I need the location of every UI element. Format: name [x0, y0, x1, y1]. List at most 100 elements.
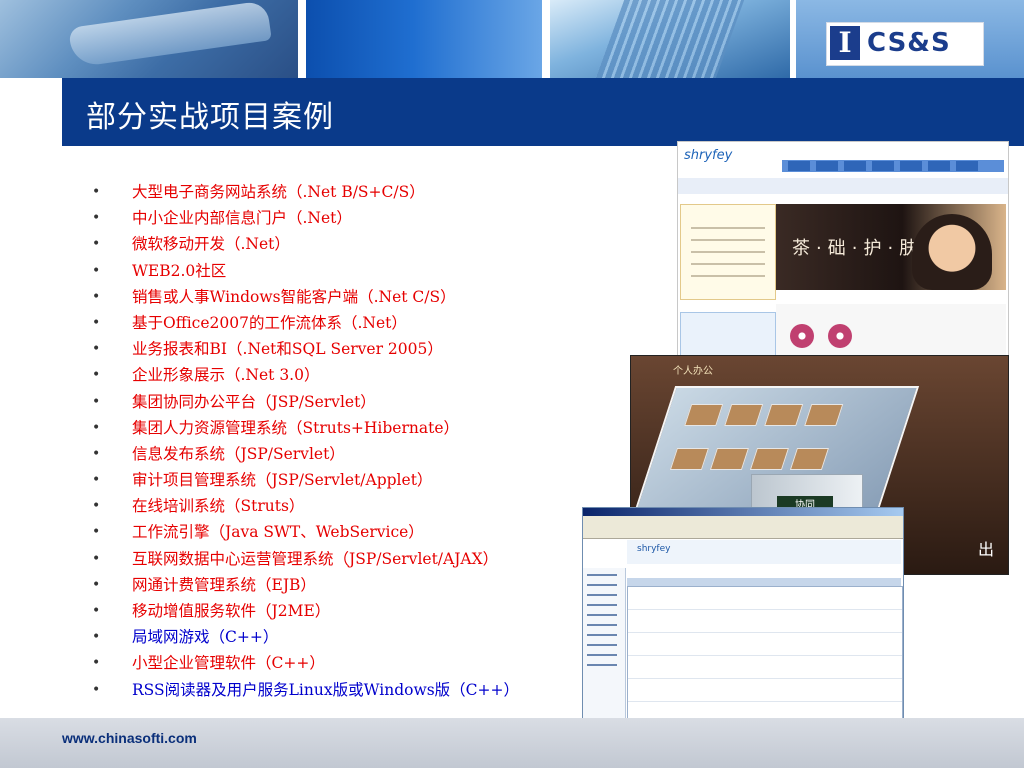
office-tag: 个人办公 — [673, 366, 713, 377]
bullet-icon: • — [92, 629, 101, 646]
bullet-icon: • — [92, 524, 101, 541]
shop-nav-tab — [900, 161, 922, 171]
room-block — [724, 404, 764, 426]
news-line — [691, 263, 765, 265]
shop-nav-tab — [956, 161, 978, 171]
list-item: • RSS阅读器及用户服务Linux版或Windows版（C++） — [92, 679, 519, 705]
admin-banner: shryfey — [627, 540, 901, 564]
shop-search-bar — [678, 178, 1008, 194]
bullet-icon: • — [92, 576, 101, 593]
tree-item — [587, 624, 617, 626]
bullet-icon: • — [92, 550, 101, 567]
bullet-icon: • — [92, 498, 101, 515]
tree-item — [587, 614, 617, 616]
bullet-icon: • — [92, 472, 101, 489]
bullet-icon: • — [92, 681, 101, 698]
room-block — [764, 404, 804, 426]
shop-nav-tab — [844, 161, 866, 171]
bullet-icon: • — [92, 236, 101, 253]
title-bar: 部分实战项目案例 — [62, 78, 1024, 146]
news-line — [691, 227, 765, 229]
list-item-text: 销售或人事Windows智能客户端（.Net C/S） — [132, 287, 456, 306]
list-item-text: WEB2.0社区 — [132, 261, 227, 280]
room-block — [749, 448, 789, 470]
news-line — [691, 275, 765, 277]
admin-brand: shryfey — [637, 544, 671, 554]
logo-text: CS&S — [867, 28, 951, 58]
footer: www.chinasofti.com — [0, 718, 1024, 768]
product-image — [790, 324, 814, 348]
shop-nav-tab — [872, 161, 894, 171]
project-list: • 大型电子商务网站系统（.Net B/S+C/S） • 中小企业内部信息门户（.N… — [92, 181, 519, 705]
list-item-text: 集团协同办公平台（JSP/Servlet） — [132, 392, 376, 411]
footer-url[interactable]: www.chinasofti.com — [62, 730, 197, 746]
bullet-icon: • — [92, 184, 101, 200]
building-shape — [595, 0, 745, 78]
window-titlebar — [583, 508, 903, 516]
news-line — [691, 239, 765, 241]
list-item-text: 集团人力资源管理系统（Struts+Hibernate） — [132, 418, 460, 437]
list-item: • 小型企业管理软件（C++） — [92, 652, 519, 678]
list-item: • 大型电子商务网站系统（.Net B/S+C/S） — [92, 181, 519, 207]
shop-brand: shryfey — [684, 148, 733, 163]
shop-nav-tab — [816, 161, 838, 171]
list-item-text: 在线培训系统（Struts） — [132, 497, 305, 516]
product-admin-screenshot: shryfey — [582, 507, 904, 749]
list-item: • 集团人力资源管理系统（Struts+Hibernate） — [92, 417, 519, 443]
list-item-text: 互联网数据中心运营管理系统（JSP/Servlet/AJAX） — [132, 549, 499, 568]
list-item: • 局域网游戏（C++） — [92, 626, 519, 652]
list-item: • 基于Office2007的工作流体系（.Net） — [92, 312, 519, 338]
tree-item — [587, 634, 617, 636]
product-image — [828, 324, 852, 348]
shop-nav-tab — [788, 161, 810, 171]
model-image — [912, 214, 992, 290]
room-block — [669, 448, 709, 470]
news-line — [691, 251, 765, 253]
tree-item — [587, 654, 617, 656]
ad-text: 茶·础·护·肤 — [792, 238, 924, 259]
list-item: • 微软移动开发（.Net） — [92, 233, 519, 259]
list-item-text: 小型企业管理软件（C++） — [132, 654, 325, 673]
page-title: 部分实战项目案例 — [86, 100, 334, 135]
list-item: • 在线培训系统（Struts） — [92, 495, 519, 521]
tree-item — [587, 574, 617, 576]
bullet-icon: • — [92, 445, 101, 462]
list-item-text: 大型电子商务网站系统（.Net B/S+C/S） — [132, 183, 425, 201]
list-item: • 移动增值服务软件（J2ME） — [92, 600, 519, 626]
list-item-text: 微软移动开发（.Net） — [132, 235, 290, 254]
list-item: • 审计项目管理系统（JSP/Servlet/Applet） — [92, 469, 519, 495]
ecommerce-screenshot: shryfey 茶·础·护·肤 — [677, 141, 1009, 371]
list-item: • 企业形象展示（.Net 3.0） — [92, 364, 519, 390]
list-item-text: 企业形象展示（.Net 3.0） — [132, 366, 320, 385]
list-item-text: RSS阅读器及用户服务Linux版或Windows版（C++） — [132, 680, 520, 699]
bullet-icon: • — [92, 314, 101, 331]
bullet-icon: • — [92, 393, 101, 410]
tree-item — [587, 604, 617, 606]
list-item: • 业务报表和BI（.Net和SQL Server 2005） — [92, 338, 519, 364]
shop-news-box — [680, 204, 776, 300]
banner-photo-blue — [306, 0, 542, 78]
bullet-icon: • — [92, 288, 101, 305]
logo-mark: I — [830, 26, 860, 60]
list-item: • 互联网数据中心运营管理系统（JSP/Servlet/AJAX） — [92, 548, 519, 574]
list-item: • WEB2.0社区 — [92, 260, 519, 286]
list-item: • 工作流引擎（Java SWT、WebService） — [92, 521, 519, 547]
bullet-icon: • — [92, 603, 101, 619]
list-item-text: 移动增值服务软件（J2ME） — [132, 602, 331, 620]
bullet-icon: • — [92, 655, 101, 672]
exit-label: 出 — [977, 540, 994, 559]
list-item-text: 基于Office2007的工作流体系（.Net） — [132, 313, 407, 332]
shop-nav-tab — [928, 161, 950, 171]
room-block — [709, 448, 749, 470]
room-block — [804, 404, 844, 426]
banner-photo-building — [550, 0, 790, 78]
banner-photo-hand — [0, 0, 298, 78]
list-item-text: 审计项目管理系统（JSP/Servlet/Applet） — [132, 471, 433, 490]
bullet-icon: • — [92, 341, 101, 358]
shop-header: shryfey — [678, 142, 1008, 178]
list-item-text: 局域网游戏（C++） — [132, 628, 279, 647]
bullet-icon: • — [92, 419, 101, 436]
tree-item — [587, 664, 617, 666]
list-item-text: 工作流引擎（Java SWT、WebService） — [132, 523, 424, 542]
list-item-text: 业务报表和BI（.Net和SQL Server 2005） — [132, 340, 443, 359]
